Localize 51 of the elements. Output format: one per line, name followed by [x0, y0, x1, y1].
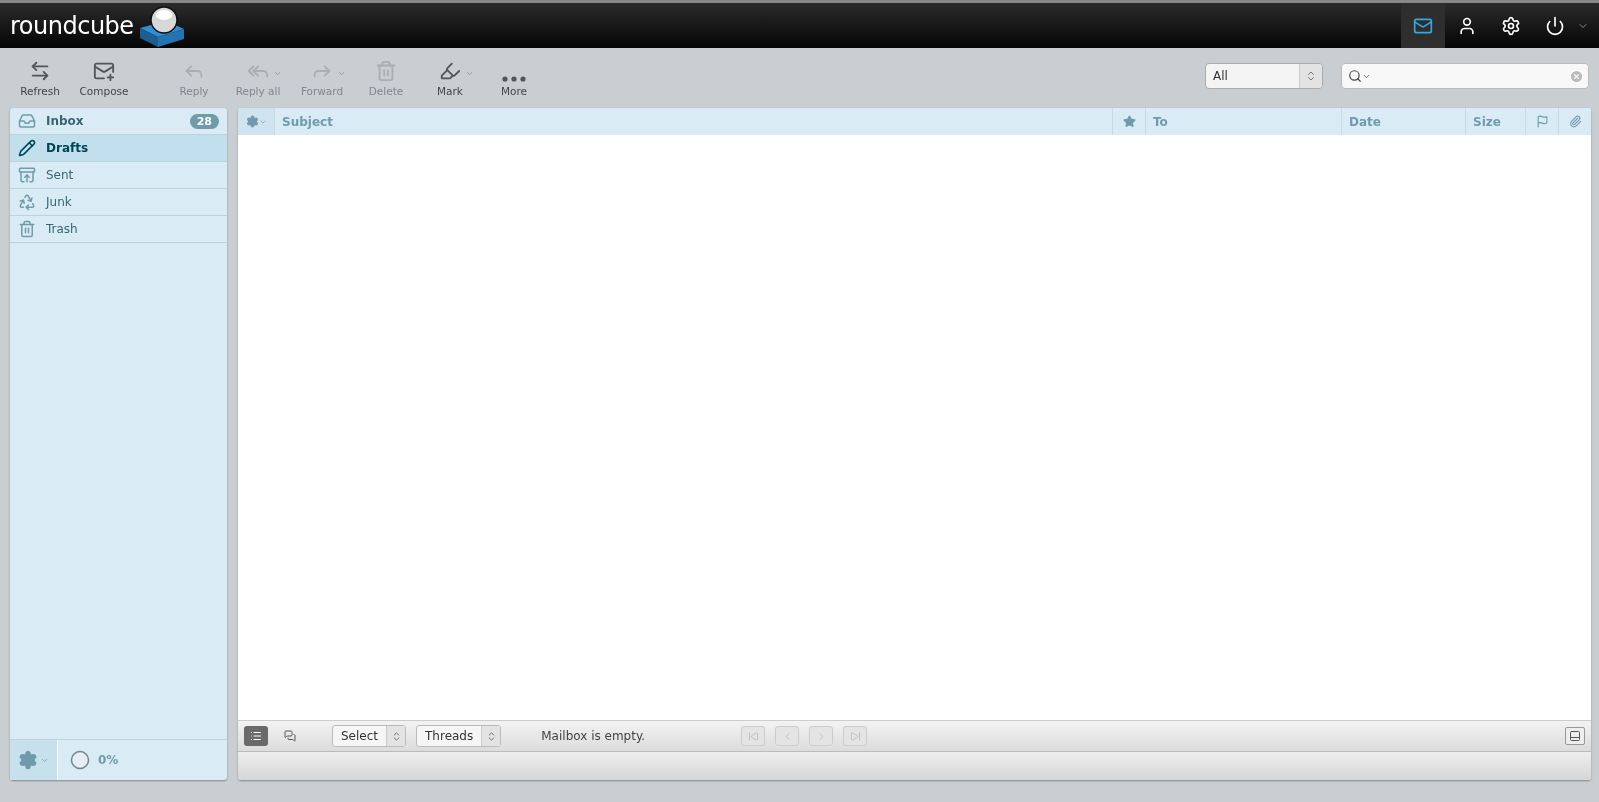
inbox-icon — [18, 112, 36, 130]
dropdown-select[interactable]: Threads — [416, 725, 502, 747]
first-page-icon — [747, 730, 759, 742]
list-icon — [250, 729, 262, 743]
dropdown-select[interactable]: Select — [332, 725, 407, 747]
flag-icon[interactable] — [1535, 115, 1549, 128]
status-text: Mailbox is empty. — [541, 729, 647, 743]
quota-text: 0% — [98, 753, 119, 767]
recycle-icon — [18, 193, 36, 211]
tray-up-icon — [18, 166, 36, 184]
folder-item[interactable]: Drafts — [10, 135, 227, 162]
folder-item[interactable]: Junk — [10, 189, 227, 216]
clear-icon[interactable] — [1569, 68, 1584, 84]
caret-icon — [337, 69, 346, 78]
folder-settings-button[interactable] — [10, 740, 58, 780]
toolbar-button[interactable]: Refresh — [10, 51, 70, 101]
power-icon — [1545, 15, 1565, 36]
search-field[interactable] — [1341, 63, 1589, 89]
paperclip-icon[interactable] — [1568, 115, 1582, 128]
unread-count: 28 — [189, 113, 219, 129]
envelope-plus-icon — [93, 60, 115, 82]
settings-icon — [1501, 15, 1521, 36]
marker-icon — [439, 60, 461, 82]
dots-icon — [502, 76, 526, 82]
quota-pie-icon — [70, 750, 90, 770]
last-page-icon — [849, 730, 861, 742]
gear-icon — [18, 750, 38, 770]
gear-icon — [245, 115, 259, 128]
speech-bubbles-icon — [284, 729, 296, 743]
up-down-arrows-icon — [1305, 70, 1317, 82]
caret-icon — [273, 69, 282, 78]
toolbar-button[interactable]: Mark — [420, 51, 480, 101]
trash-icon — [18, 220, 36, 238]
toolbar-button[interactable]: Compose — [74, 51, 134, 101]
user-icon — [1457, 15, 1477, 36]
preview-toggle-button[interactable] — [1565, 727, 1585, 745]
trash-icon — [375, 60, 397, 82]
pencil-icon — [18, 139, 36, 157]
filter-select[interactable]: All — [1205, 63, 1323, 89]
folder-item[interactable]: Sent — [10, 162, 227, 189]
mail-button[interactable] — [1401, 3, 1445, 48]
folder-item[interactable]: Trash — [10, 216, 227, 243]
panel-icon — [1569, 730, 1581, 742]
caret-icon — [465, 69, 474, 78]
logo-text: roundcube — [10, 11, 134, 40]
toolbar-button[interactable]: More — [484, 51, 544, 101]
column-options-button[interactable] — [238, 108, 274, 135]
list-view-button[interactable] — [244, 726, 268, 746]
search-icon — [1348, 69, 1362, 83]
star-icon[interactable] — [1122, 115, 1136, 128]
arrows-icon — [29, 60, 51, 82]
